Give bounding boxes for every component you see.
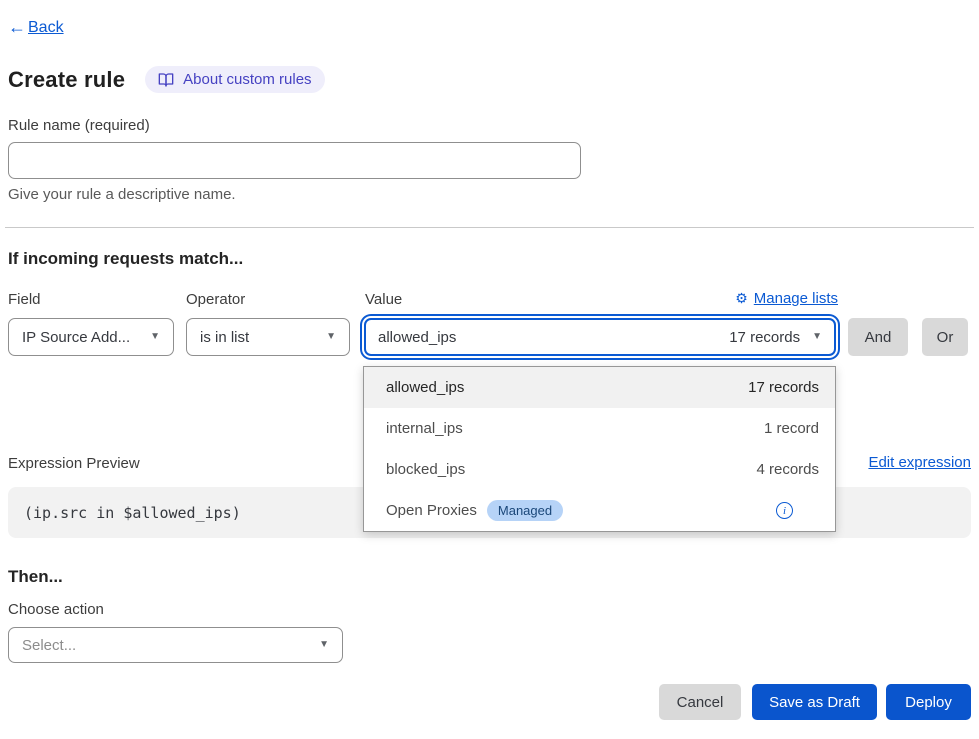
- dropdown-option-internal-ips[interactable]: internal_ips 1 record: [364, 408, 835, 449]
- managed-badge: Managed: [487, 500, 563, 521]
- back-link-label: Back: [28, 19, 64, 37]
- value-select-records: 17 records: [729, 329, 800, 346]
- cancel-button[interactable]: Cancel: [659, 684, 741, 720]
- dropdown-option-blocked-ips[interactable]: blocked_ips 4 records: [364, 449, 835, 490]
- list-name: internal_ips: [386, 420, 463, 437]
- chevron-down-icon: ▼: [326, 332, 336, 342]
- action-select[interactable]: Select... ▼: [8, 627, 343, 663]
- rule-name-label: Rule name (required): [8, 117, 150, 134]
- list-name: allowed_ips: [386, 379, 464, 396]
- deploy-button[interactable]: Deploy: [886, 684, 971, 720]
- list-records: 4 records: [756, 461, 819, 478]
- manage-lists-link[interactable]: ⚙ Manage lists: [735, 290, 838, 307]
- header-row: Create rule About custom rules: [8, 66, 325, 93]
- match-section-heading: If incoming requests match...: [8, 249, 243, 269]
- value-dropdown-menu: allowed_ips 17 records internal_ips 1 re…: [363, 366, 836, 532]
- dropdown-option-allowed-ips[interactable]: allowed_ips 17 records: [364, 367, 835, 408]
- value-select-value: allowed_ips: [378, 329, 456, 346]
- dropdown-option-open-proxies[interactable]: Open Proxies Managed i: [364, 490, 835, 531]
- gear-icon: ⚙: [735, 290, 748, 307]
- field-select-value: IP Source Add...: [22, 329, 130, 346]
- about-custom-rules-label: About custom rules: [183, 71, 311, 88]
- save-as-draft-button[interactable]: Save as Draft: [752, 684, 877, 720]
- chevron-down-icon: ▼: [812, 332, 822, 342]
- operator-column-label: Operator: [186, 291, 245, 308]
- action-select-placeholder: Select...: [22, 637, 76, 654]
- rule-name-helper-text: Give your rule a descriptive name.: [8, 186, 236, 203]
- value-select[interactable]: allowed_ips 17 records ▼: [364, 318, 836, 356]
- then-section-heading: Then...: [8, 567, 63, 587]
- info-icon[interactable]: i: [776, 502, 793, 519]
- value-column-label: Value: [365, 291, 402, 308]
- list-records: 1 record: [764, 420, 819, 437]
- page-title: Create rule: [8, 67, 125, 93]
- section-divider: [5, 227, 974, 228]
- list-name: blocked_ips: [386, 461, 465, 478]
- operator-select-value: is in list: [200, 329, 249, 346]
- choose-action-label: Choose action: [8, 601, 104, 618]
- field-select[interactable]: IP Source Add... ▼: [8, 318, 174, 356]
- chevron-down-icon: ▼: [319, 640, 329, 650]
- expression-code: (ip.src in $allowed_ips): [24, 504, 241, 522]
- field-column-label: Field: [8, 291, 41, 308]
- edit-expression-link[interactable]: Edit expression: [868, 454, 971, 471]
- expression-preview-label: Expression Preview: [8, 455, 140, 472]
- rule-name-input[interactable]: [8, 142, 581, 179]
- and-button[interactable]: And: [848, 318, 908, 356]
- or-button[interactable]: Or: [922, 318, 968, 356]
- manage-lists-label: Manage lists: [754, 290, 838, 307]
- list-records: 17 records: [748, 379, 819, 396]
- create-rule-page: ← Back Create rule About custom rules Ru…: [0, 0, 979, 739]
- back-link[interactable]: ← Back: [8, 17, 64, 38]
- chevron-down-icon: ▼: [150, 332, 160, 342]
- edit-expression-label: Edit expression: [868, 454, 971, 471]
- list-name: Open Proxies: [386, 502, 477, 519]
- book-icon: [158, 72, 174, 88]
- back-arrow-icon: ←: [8, 17, 26, 38]
- about-custom-rules-link[interactable]: About custom rules: [145, 66, 324, 93]
- operator-select[interactable]: is in list ▼: [186, 318, 350, 356]
